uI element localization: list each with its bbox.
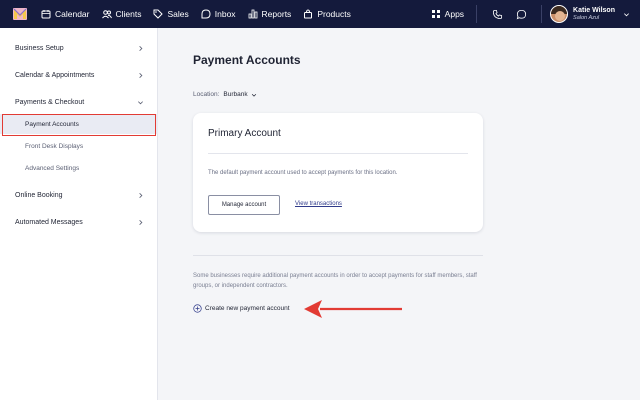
sidebar-item-label: Payments & Checkout — [15, 98, 85, 106]
sidebar-item-label: Online Booking — [15, 191, 63, 199]
chevron-down-icon — [251, 93, 256, 97]
sidebar-item-calendar-appointments[interactable]: Calendar & Appointments — [0, 65, 158, 85]
nav-products[interactable]: Products — [303, 0, 351, 28]
sidebar-item-automated-messages[interactable]: Automated Messages — [0, 212, 158, 232]
nav-products-label: Products — [317, 9, 351, 19]
nav-reports[interactable]: Reports — [248, 0, 292, 28]
sidebar-subitem-advanced-settings[interactable]: Advanced Settings — [0, 158, 158, 178]
location-label: Location: — [193, 91, 220, 98]
nav-reports-label: Reports — [261, 9, 292, 19]
business-name: Salon Azul — [573, 14, 600, 21]
sidebar-item-label: Calendar & Appointments — [15, 71, 95, 79]
sidebar-item-online-booking[interactable]: Online Booking — [0, 185, 158, 205]
additional-accounts-note: Some businesses require additional payme… — [193, 273, 477, 289]
manage-account-button[interactable]: Manage account — [208, 195, 280, 215]
chevron-down-icon — [624, 12, 629, 16]
users-icon — [101, 10, 112, 19]
sidebar-subitem-label: Advanced Settings — [25, 164, 80, 172]
sidebar-item-payments-checkout[interactable]: Payments & Checkout — [0, 92, 158, 112]
sidebar-item-label: Automated Messages — [15, 218, 83, 226]
primary-account-card: Primary Account The default payment acco… — [193, 113, 483, 232]
nav-divider — [541, 5, 543, 23]
nav-clients[interactable]: Clients — [101, 0, 142, 28]
view-transactions-link[interactable]: View transactions — [295, 201, 342, 207]
settings-sidebar: Business Setup Calendar & Appointments P… — [0, 28, 158, 400]
nav-inbox-label: Inbox — [214, 9, 236, 19]
highlight-box — [2, 114, 156, 136]
plus-circle-icon — [193, 304, 202, 313]
location-value: Burbank — [223, 91, 248, 98]
main-content: Payment Accounts Location: Burbank Prima… — [159, 28, 640, 400]
user-name: Katie Wilson — [573, 7, 615, 15]
nav-sales-label: Sales — [167, 9, 189, 19]
page-title: Payment Accounts — [193, 53, 301, 67]
sidebar-subitem-front-desk-displays[interactable]: Front Desk Displays — [0, 136, 158, 156]
create-payment-account-link[interactable]: Create new payment account — [193, 304, 290, 313]
logo-icon[interactable] — [13, 8, 27, 20]
top-nav: Calendar Clients Sales Inbox Reports Pro… — [0, 0, 640, 28]
nav-inbox[interactable]: Inbox — [201, 0, 236, 28]
card-description: The default payment account used to acce… — [208, 170, 398, 176]
chevron-right-icon — [139, 192, 143, 198]
inbox-icon — [201, 9, 211, 19]
bag-icon — [304, 9, 313, 19]
sidebar-item-business-setup[interactable]: Business Setup — [0, 38, 158, 58]
card-title: Primary Account — [208, 128, 281, 139]
sidebar-item-label: Business Setup — [15, 44, 64, 52]
avatar — [550, 5, 569, 23]
divider — [208, 153, 468, 154]
nav-sales[interactable]: Sales — [153, 0, 189, 28]
create-label: Create new payment account — [205, 305, 290, 312]
chat-icon — [516, 9, 526, 19]
nav-apps[interactable]: Apps — [431, 0, 464, 28]
chat-button[interactable] — [515, 8, 527, 20]
chevron-right-icon — [139, 219, 143, 225]
phone-icon — [492, 9, 502, 19]
sidebar-subitem-label: Front Desk Displays — [25, 142, 84, 150]
nav-clients-label: Clients — [115, 9, 142, 19]
location-selector[interactable]: Location: Burbank — [193, 91, 257, 98]
bar-chart-icon — [248, 9, 257, 19]
chevron-right-icon — [139, 72, 143, 78]
tag-icon — [153, 9, 164, 19]
nav-calendar[interactable]: Calendar — [41, 0, 90, 28]
calendar-icon — [41, 10, 51, 19]
phone-button[interactable] — [491, 8, 503, 20]
grid-icon — [431, 10, 440, 18]
nav-calendar-label: Calendar — [55, 9, 90, 19]
user-menu[interactable]: Katie Wilson Salon Azul — [550, 5, 630, 23]
nav-divider — [476, 5, 478, 23]
nav-apps-label: Apps — [444, 9, 465, 19]
annotation-arrow-icon — [304, 300, 402, 318]
chevron-right-icon — [139, 45, 143, 51]
chevron-down-icon — [138, 100, 143, 104]
divider — [193, 255, 483, 256]
